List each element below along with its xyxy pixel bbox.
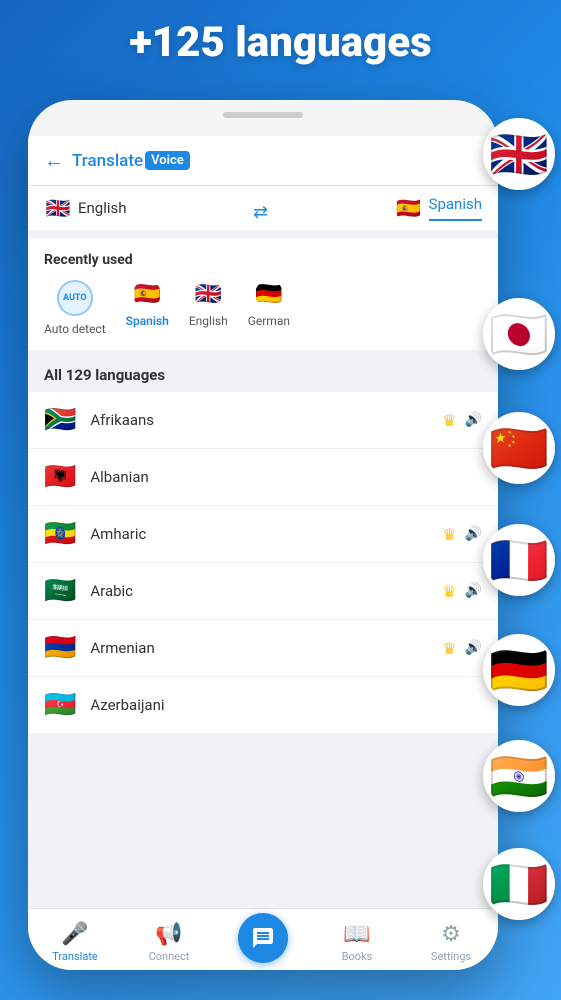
bottom-navigation: 🎤 Translate 📢 Connect 📖 Books ⚙ [28,908,498,970]
settings-nav-label: Settings [431,950,471,963]
floating-flag-italy: 🇮🇹 [483,848,555,920]
arabic-name: Arabic [90,582,428,600]
amharic-flag: 🇪🇹 [44,519,76,549]
books-nav-label: Books [342,950,373,963]
albanian-flag: 🇦🇱 [44,462,76,492]
connect-nav-label: Connect [149,950,190,963]
connect-icon: 📢 [155,922,182,947]
nav-item-connect[interactable]: 📢 Connect [122,916,216,963]
voice-icon: 🔊 [465,583,482,599]
crown-icon: ♛ [442,525,456,544]
floating-flag-india: 🇮🇳 [483,740,555,812]
header-title: +125 languages [0,18,561,67]
crown-icon: ♛ [442,639,456,658]
source-flag: 🇬🇧 [44,194,72,222]
floating-flag-france: 🇫🇷 [483,524,555,596]
language-list: 🇿🇦Afrikaans♛🔊🇦🇱Albanian🇪🇹Amharic♛🔊🇸🇦Arab… [28,392,498,734]
source-language[interactable]: 🇬🇧 English [44,194,127,230]
recent-item-english[interactable]: 🇬🇧 English [189,280,228,336]
crown-icon: ♛ [442,411,456,430]
language-selector: 🇬🇧 English ⇄ 🇪🇸 Spanish [28,186,498,230]
floating-flag-uk: 🇬🇧 [483,118,555,190]
spanish-flag: 🇪🇸 [133,280,161,308]
voice-icon: 🔊 [465,412,482,428]
books-icon: 📖 [343,922,370,947]
recent-item-auto[interactable]: AUTO Auto detect [44,280,106,336]
arabic-flag: 🇸🇦 [44,576,76,606]
amharic-icons: ♛🔊 [442,525,482,544]
all-languages-title: All 129 languages [28,350,498,392]
afrikaans-name: Afrikaans [90,411,428,429]
floating-flag-china: 🇨🇳 [483,412,555,484]
recent-item-german[interactable]: 🇩🇪 German [248,280,290,336]
nav-item-books[interactable]: 📖 Books [310,916,404,963]
logo-translate: Translate [72,151,143,171]
app-bar: ← Translate Voice [28,136,498,186]
source-language-name: English [78,199,127,217]
nav-item-translate[interactable]: 🎤 Translate [28,916,122,963]
language-row-armenian[interactable]: 🇦🇲Armenian♛🔊 [28,620,498,677]
armenian-flag: 🇦🇲 [44,633,76,663]
english-flag: 🇬🇧 [194,280,222,308]
chat-icon [251,926,275,950]
voice-icon: 🔊 [465,640,482,656]
back-button[interactable]: ← [44,148,64,173]
german-flag: 🇩🇪 [255,280,283,308]
app-logo: Translate Voice [72,151,190,171]
target-language[interactable]: 🇪🇸 Spanish [395,194,482,230]
language-row-azerbaijani[interactable]: 🇦🇿 Azerbaijani [28,677,498,734]
target-language-name: Spanish [429,195,482,221]
azerbaijani-flag: 🇦🇿 [44,690,76,720]
language-row-albanian[interactable]: 🇦🇱 Albanian [28,449,498,506]
language-row-amharic[interactable]: 🇪🇹Amharic♛🔊 [28,506,498,563]
english-label: English [189,314,228,328]
german-label: German [248,314,290,328]
afrikaans-icons: ♛🔊 [442,411,482,430]
albanian-name: Albanian [90,468,468,486]
azerbaijani-name: Azerbaijani [90,696,468,714]
phone-screen: ← Translate Voice 🇬🇧 English ⇄ 🇪🇸 Spanis… [28,136,498,970]
phone-notch [223,112,303,118]
recently-used-title: Recently used [44,252,482,268]
language-row-arabic[interactable]: 🇸🇦Arabic♛🔊 [28,563,498,620]
nav-item-settings[interactable]: ⚙ Settings [404,916,498,963]
recently-used-section: Recently used AUTO Auto detect 🇪🇸 Spanis… [28,238,498,350]
afrikaans-flag: 🇿🇦 [44,405,76,435]
auto-detect-label: Auto detect [44,322,106,336]
nav-item-chat[interactable] [216,907,310,971]
floating-flag-germany: 🇩🇪 [483,634,555,706]
crown-icon: ♛ [442,582,456,601]
microphone-icon: 🎤 [61,922,88,947]
swap-languages-button[interactable]: ⇄ [135,202,387,223]
chat-center-button[interactable] [238,913,288,963]
spanish-label: Spanish [126,314,169,328]
armenian-icons: ♛🔊 [442,639,482,658]
language-row-afrikaans[interactable]: 🇿🇦Afrikaans♛🔊 [28,392,498,449]
target-flag: 🇪🇸 [395,194,423,222]
arabic-icons: ♛🔊 [442,582,482,601]
translate-nav-label: Translate [52,950,98,963]
settings-icon: ⚙ [441,922,461,947]
armenian-name: Armenian [90,639,428,657]
auto-detect-badge: AUTO [57,280,93,316]
recent-items-list: AUTO Auto detect 🇪🇸 Spanish 🇬🇧 English 🇩… [44,280,482,336]
phone-frame: ← Translate Voice 🇬🇧 English ⇄ 🇪🇸 Spanis… [28,100,498,970]
amharic-name: Amharic [90,525,428,543]
recent-item-spanish[interactable]: 🇪🇸 Spanish [126,280,169,336]
logo-voice: Voice [145,151,190,170]
voice-icon: 🔊 [465,526,482,542]
floating-flag-japan: 🇯🇵 [483,298,555,370]
